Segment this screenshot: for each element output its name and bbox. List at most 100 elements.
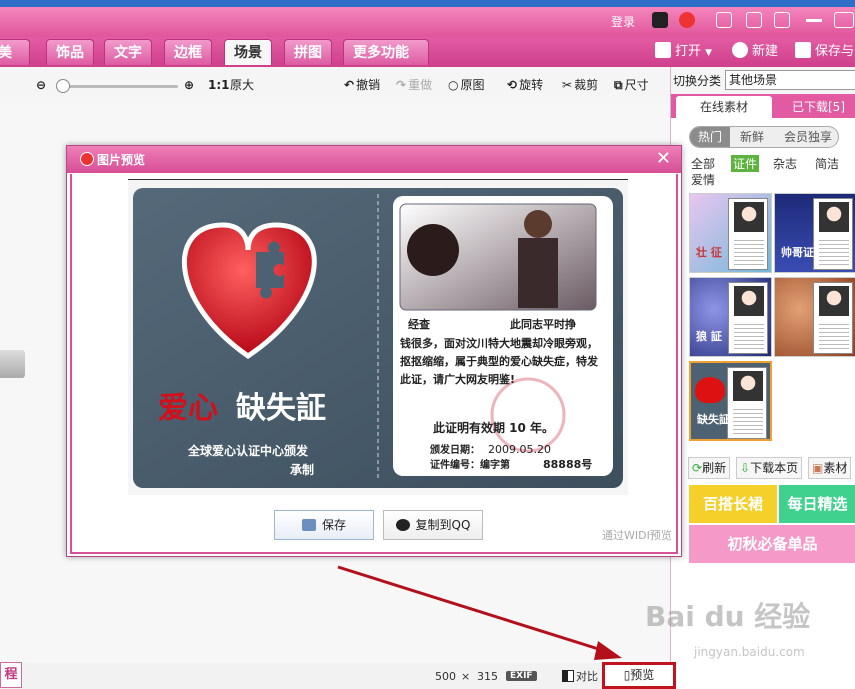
dialog-footer-note: 通过WIDI预览 — [602, 529, 672, 542]
tutorial-button[interactable]: 程 — [0, 662, 22, 688]
issue-date-label: 颁发日期： — [430, 443, 480, 456]
material-button[interactable]: ▣素材 — [808, 457, 852, 479]
size-button[interactable]: ⧉ 尺寸 — [614, 77, 649, 93]
floppy-icon — [795, 42, 811, 58]
category-all[interactable]: 全部 — [691, 155, 715, 172]
exif-badge[interactable]: EXIF — [506, 671, 537, 681]
zoom-in-icon[interactable]: ⊕ — [184, 77, 196, 93]
tab-border[interactable]: 边框 — [164, 39, 212, 65]
pill-vip[interactable]: 会员独享 — [776, 127, 838, 147]
preview-button[interactable]: ▯预览 — [602, 662, 676, 689]
tab-text[interactable]: 文字 — [104, 39, 152, 65]
minimize-icon[interactable] — [806, 19, 822, 22]
zoom-slider-knob[interactable] — [56, 79, 70, 93]
message-icon[interactable] — [746, 12, 762, 28]
save-share-label: 保存与分 — [815, 44, 855, 59]
category-select[interactable]: 其他场景 — [725, 70, 855, 90]
plus-icon — [732, 42, 748, 58]
template-thumb[interactable]: 壮 征 — [689, 193, 772, 273]
category-magazine[interactable]: 杂志 — [773, 155, 797, 172]
rotate-button[interactable]: ⟲ 旋转 — [507, 77, 543, 93]
baidu-watermark-logo: Bai du 经验 — [645, 600, 811, 633]
new-button[interactable]: 新建 — [732, 42, 778, 62]
switch-label: 切换分类 — [673, 74, 722, 88]
tab-online-materials[interactable]: 在线素材 — [676, 96, 772, 118]
original-size-button[interactable]: 原大 — [230, 77, 254, 93]
refresh-icon: ⟳ — [692, 461, 703, 475]
template-thumb[interactable]: 帅哥证 — [774, 193, 855, 273]
resize-icon: ⧉ — [614, 78, 623, 92]
dialog-title: 图片预览 — [97, 153, 146, 167]
login-link[interactable]: 登录 — [611, 13, 635, 30]
card-validity: 此证明有效期 10 年。 — [433, 420, 554, 435]
close-icon[interactable]: ✕ — [656, 148, 671, 169]
template-thumb-selected[interactable]: 缺失証 — [689, 361, 772, 441]
menu-icon[interactable] — [774, 12, 790, 28]
maximize-icon[interactable] — [834, 12, 854, 28]
card-title-red: 爱心 — [158, 391, 218, 426]
qq-icon[interactable] — [652, 12, 668, 28]
card-body-text: 钱很多，面对汶川特大地震却冷眼旁观，抠抠缩缩，属于典型的爱心缺失症，特发此证，请… — [400, 337, 598, 386]
redo-icon: ↷ — [396, 78, 407, 92]
pill-fresh[interactable]: 新鲜 — [732, 127, 772, 147]
meitu-logo-icon — [80, 152, 94, 166]
size-label: 尺寸 — [624, 78, 649, 92]
category-id[interactable]: 证件 — [731, 155, 760, 172]
save-button[interactable]: 保存 — [274, 510, 374, 540]
thumb-title: 狼 証 — [696, 330, 722, 343]
scissors-icon: ✂ — [562, 78, 573, 92]
tab-downloaded[interactable]: 已下载[5] — [781, 96, 855, 118]
card-body: 钱很多，面对汶川特大地震却冷眼旁观，抠抠缩缩，属于典型的爱心缺失症，特发此证，请… — [400, 337, 598, 386]
certificate-image: 爱心 缺失証 全球爱心认证中心颁发 承制 经查 此同志平时挣 钱很多，面对汶川特… — [133, 188, 623, 488]
collapse-handle[interactable] — [0, 350, 25, 378]
open-button[interactable]: 打开 ▼ — [655, 42, 712, 62]
preview-label: 预览 — [630, 668, 655, 682]
ratio-label[interactable]: 1:1 — [208, 77, 230, 93]
title-bar: 登录 — [0, 7, 855, 37]
undo-button[interactable]: ↶ 撤销 — [344, 77, 380, 93]
compare-icon — [562, 670, 574, 682]
save-share-button[interactable]: 保存与分 — [795, 42, 855, 62]
refresh-label: 刷新 — [702, 461, 727, 475]
save-label: 保存 — [321, 518, 346, 532]
category-love[interactable]: 爱情 — [691, 171, 715, 188]
tab-scene[interactable]: 场景 — [224, 39, 272, 65]
banner-long-skirt[interactable]: 百搭长裙 — [689, 485, 777, 523]
rotate-label: 旋转 — [519, 78, 544, 92]
image-preview-dialog: 图片预览 ✕ 爱心 缺失証 全球爱心认证中心颁发 承制 经查 此同志平时挣 钱很… — [66, 145, 682, 557]
category-simple[interactable]: 简洁 — [815, 155, 839, 172]
tab-accessories[interactable]: 饰品 — [46, 39, 94, 65]
zoom-out-icon[interactable]: ⊖ — [36, 77, 48, 93]
panel-action-row: ⟳刷新 ⇩下载本页 ▣素材 — [688, 457, 855, 479]
copy-to-qq-button[interactable]: 复制到QQ — [383, 510, 483, 540]
template-thumb[interactable] — [774, 277, 855, 357]
template-thumb[interactable]: 狼 証 — [689, 277, 772, 357]
tab-beauty[interactable]: 美容 — [0, 39, 30, 87]
main-tab-bar: 美容 饰品 文字 边框 场景 拼图 更多功能 ▼ 打开 ▼ 新建 保存与分 — [0, 37, 855, 87]
refresh-button[interactable]: ⟳刷新 — [688, 457, 731, 479]
redo-button[interactable]: ↷ 重做 — [396, 77, 432, 93]
tab-more-functions[interactable]: 更多功能 ▼ — [343, 39, 429, 86]
material-label: 素材 — [823, 461, 848, 475]
tab-collage[interactable]: 拼图 — [284, 39, 332, 65]
zoom-slider[interactable] — [56, 79, 178, 93]
circle-icon: ○ — [448, 78, 459, 92]
weibo-icon[interactable] — [679, 12, 695, 28]
floppy-icon — [301, 519, 316, 531]
banner-autumn-essentials[interactable]: 初秋必备单品 — [689, 525, 855, 563]
original-image-label: 原图 — [460, 78, 485, 92]
dims-separator: × — [461, 670, 471, 683]
skin-icon[interactable] — [716, 12, 732, 28]
open-label: 打开 — [675, 44, 702, 59]
box-icon: ▣ — [812, 461, 824, 475]
rotate-icon: ⟲ — [507, 78, 518, 92]
baidu-watermark-url: jingyan.baidu.com — [694, 645, 805, 659]
pill-hot[interactable]: 热门 — [690, 127, 730, 147]
compare-button[interactable]: 对比 — [562, 668, 598, 684]
banner-daily-picks[interactable]: 每日精选 — [779, 485, 855, 523]
download-page-button[interactable]: ⇩下载本页 — [736, 457, 803, 479]
crop-button[interactable]: ✂ 裁剪 — [562, 77, 598, 93]
original-image-button[interactable]: ○ 原图 — [448, 77, 485, 93]
thumb-title: 壮 征 — [696, 246, 722, 259]
cert-number: 88888号 — [543, 458, 592, 471]
